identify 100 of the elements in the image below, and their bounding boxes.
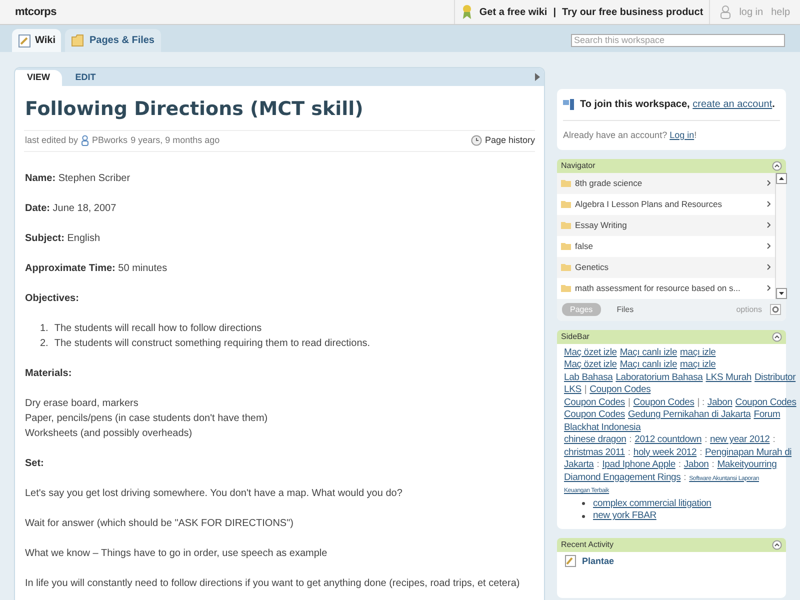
sidebar-link[interactable]: Coupon Codes (564, 409, 625, 422)
sidebar-link[interactable]: Jabon (707, 396, 732, 409)
field-text: Subject: English (25, 232, 102, 246)
sidebar-link[interactable]: holy week 2012 (633, 446, 697, 459)
sidebar-link[interactable]: Maç özet izle (564, 359, 617, 372)
scroll-down-icon[interactable] (776, 288, 787, 298)
separator: | : (697, 396, 704, 409)
separator: : (629, 434, 632, 446)
sidebar-link[interactable]: Coupon Codes (590, 384, 651, 396)
navigator-item[interactable]: Essay Writing (557, 214, 775, 236)
clock-icon (470, 135, 482, 146)
scroll-up-icon[interactable] (776, 172, 787, 184)
edited-label: last edited by (25, 134, 78, 147)
list-number: 2. (40, 336, 48, 350)
sidebar-link[interactable]: Coupon Codes (564, 396, 625, 409)
separator: : (628, 446, 630, 459)
editor-link[interactable]: PBworks (92, 134, 128, 148)
people-icon (563, 98, 575, 111)
chevron-icon (767, 285, 771, 291)
sidebar-link[interactable]: Makeityourring (717, 459, 777, 472)
sidebar-link[interactable]: Laboratorium Bahasa (616, 372, 703, 384)
field-text: Approximate Time: 50 minutes (25, 262, 168, 276)
list-item: The students will construct something requiring them to read directions. (54, 336, 370, 350)
sidebar-link[interactable]: 2012 countdown (634, 434, 702, 446)
list-number: 1. (40, 322, 48, 336)
sidebar-link[interactable]: new york FBAR (593, 510, 656, 522)
workspace-name: mtcorps (14, 4, 56, 20)
separator: : (704, 434, 708, 446)
collapse-icon[interactable] (772, 332, 782, 342)
nav-tab[interactable]: Pages & Files (65, 29, 160, 52)
sidebar-link[interactable]: Maç özet izle (564, 346, 617, 359)
folder-icon (561, 221, 571, 229)
sidebar-link[interactable]: maçı izle (680, 359, 716, 372)
page-tab[interactable]: VIEW (15, 70, 62, 86)
chevron-icon (767, 243, 771, 249)
sidebar-link[interactable]: Forum (754, 409, 780, 422)
login-link[interactable]: Log in (670, 130, 694, 140)
sidebar-link[interactable]: Lab Bahasa (564, 372, 613, 384)
paragraph: In life you will constantly need to follow directions if you want to get anything done (recipes, road trips, et cetera) (25, 576, 521, 590)
sidebar-link[interactable]: Diamond Engagement Rings (564, 472, 681, 484)
sidebar-link[interactable]: Blackhat Indonesia (564, 422, 641, 434)
sidebar-link[interactable]: maçı izle (680, 346, 716, 359)
navigator-item[interactable]: Genetics (557, 256, 775, 278)
navigator-tab[interactable]: Files (608, 303, 642, 316)
sidebar-link[interactable]: Maçı canlı izle (620, 346, 678, 359)
bullet-icon (582, 514, 585, 518)
sidebar-link[interactable]: Ipad Iphone Apple (602, 459, 676, 472)
collapse-icon[interactable] (772, 540, 782, 550)
panel-title: Recent Activity (561, 538, 614, 550)
sidebar-link[interactable]: LKS Murah (706, 372, 752, 384)
page-title: Following Directions (MCT skill) (24, 97, 364, 122)
sidebar-link[interactable]: christmas 2011 (564, 446, 625, 459)
field-text: Name: Stephen Scriber (25, 172, 132, 186)
edited-time: 9 years, 9 months ago (130, 134, 220, 147)
sidebar-link[interactable]: Distributor (754, 372, 796, 384)
sidebar-link[interactable]: Penginapan Murah di (705, 446, 792, 459)
separator: : (772, 434, 776, 446)
business-product-link[interactable]: Try our free business product (562, 4, 704, 20)
separator: : (700, 446, 702, 459)
navigator-item[interactable]: 8th grade science (557, 172, 775, 194)
section-heading: Set: (25, 456, 45, 470)
caret-icon[interactable] (535, 73, 540, 81)
sidebar-link[interactable]: Coupon Codes (735, 396, 796, 409)
create-account-link[interactable]: create an account (692, 99, 772, 110)
page-icon (18, 34, 31, 48)
search-field[interactable]: Search this workspace (571, 34, 785, 47)
sidebar-link[interactable]: Maçı canlı izle (620, 359, 678, 372)
sidebar-link[interactable]: Coupon Codes (633, 396, 694, 409)
chevron-icon (767, 264, 771, 270)
nav-tab[interactable]: Wiki (12, 29, 62, 52)
sidebar-link[interactable]: new year 2012 (710, 434, 770, 446)
separator: | (553, 6, 556, 20)
join-text: To join this workspace, create an account. (580, 98, 775, 112)
folder-icon (561, 179, 571, 187)
sidebar-link[interactable]: Jakarta (564, 459, 594, 472)
user-icon (720, 5, 732, 19)
separator: : (596, 459, 600, 472)
folder-icon (561, 284, 571, 292)
paragraph: Wait for answer (which should be "ASK FOR DIRECTIONS") (25, 516, 294, 530)
sidebar-link[interactable]: Jabon (684, 459, 709, 472)
list-item: The students will recall how to follow directions (54, 322, 262, 336)
page-tab[interactable]: EDIT (62, 70, 109, 86)
separator: | (584, 384, 587, 396)
bullet-icon (582, 502, 585, 506)
chevron-icon (767, 201, 771, 207)
sidebar-link[interactable]: Gedung Pernikahan di Jakarta (628, 409, 751, 422)
page-history-link[interactable]: Page history (484, 134, 535, 148)
section-heading: Objectives: (25, 292, 80, 306)
activity-link[interactable]: Plantae (582, 554, 614, 568)
paragraph: Let's say you get lost driving somewhere. You don't have a map. What would you do? (25, 486, 404, 500)
panel-title: SideBar (561, 330, 590, 342)
paragraph: What we know – Things have to go in order, use speech as example (25, 546, 328, 560)
section-heading: Materials: (25, 366, 73, 380)
sidebar-link[interactable]: complex commercial litigation (593, 498, 712, 510)
page-icon (565, 555, 576, 568)
free-wiki-link[interactable]: Get a free wiki (479, 4, 548, 20)
sidebar-link[interactable]: LKS (564, 384, 582, 396)
settings-icon[interactable] (770, 304, 781, 315)
collapse-icon[interactable] (772, 160, 782, 170)
sidebar-link[interactable]: chinese dragon (564, 434, 626, 446)
